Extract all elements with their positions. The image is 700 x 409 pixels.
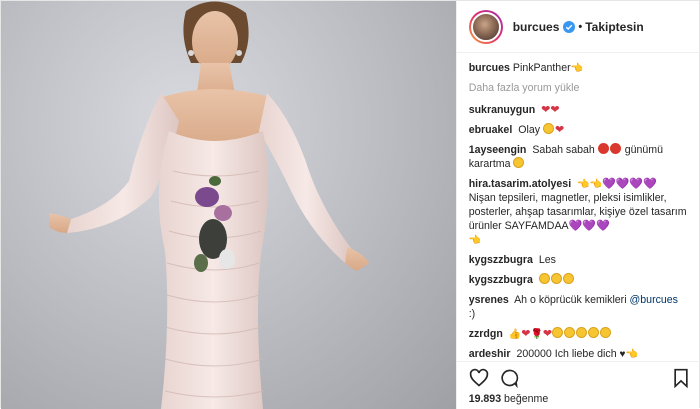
comment-username[interactable]: 1ayseengin [469, 144, 527, 156]
comment-username[interactable]: ardeshir [469, 348, 511, 360]
rose-emoji: 🌹 [530, 329, 543, 340]
comment-row: ebruakel Olay ❤ [469, 123, 697, 137]
comment-bubble-icon[interactable] [499, 368, 519, 388]
heart-eyes-emoji [564, 327, 576, 338]
comment-row: sukranuygun ❤❤ [469, 103, 697, 117]
post-photo[interactable] [1, 1, 456, 409]
comment-username[interactable]: ysrenes [469, 294, 509, 306]
comment-text-continued: :) [468, 308, 476, 320]
post-side-panel: burcues • Takiptesin burcues PinkPanther👈… [455, 1, 700, 409]
likes-count[interactable]: 19.893 beğenme [469, 393, 549, 405]
comment-text: Les [538, 254, 556, 266]
smile-emoji [600, 327, 612, 338]
comment-row: ysrenes Ah o köprücük kemikleri @burcues… [469, 293, 697, 321]
likes-label: beğenme [504, 393, 549, 405]
model-in-pink-dress-image [49, 1, 369, 409]
comment-text: Olay [518, 124, 541, 136]
angry-face-emoji [597, 143, 609, 154]
follow-status[interactable]: Takiptesin [585, 20, 643, 34]
pointing-hand-emoji: 👈👈 [577, 179, 603, 190]
avatar-image [470, 11, 501, 42]
bookmark-icon[interactable] [671, 368, 691, 388]
comment-row: ardeshir 200000 Ich liebe dich ♥👈 [469, 347, 697, 361]
purple-heart-emoji: 💜💜💜 [568, 220, 610, 232]
header-separator: • [578, 20, 583, 33]
heart-emoji: ❤ [541, 104, 551, 116]
comment-row: zzrdgn 👍❤🌹❤ [469, 327, 697, 341]
comment-row: kygszzbugra Les [469, 253, 697, 267]
caption-text: PinkPanther [512, 62, 571, 74]
comment-username[interactable]: kygszzbugra [469, 254, 533, 266]
verified-badge-icon [563, 20, 576, 33]
comment-username[interactable]: ebruakel [469, 124, 513, 136]
comments-list: burcues PinkPanther👈 Daha fazla yorum yük… [469, 61, 697, 361]
likes-number: 19.893 [468, 393, 502, 405]
smile-emoji [542, 123, 554, 134]
post-header: burcues • Takiptesin [456, 1, 700, 53]
comment-username[interactable]: sukranuygun [469, 104, 536, 116]
pointing-hand-emoji: 👈 [625, 349, 638, 360]
comment-username[interactable]: kygszzbugra [469, 274, 533, 286]
caption-username[interactable]: burcues [469, 62, 510, 74]
author-username[interactable]: burcues [513, 20, 560, 34]
comment-row: 1ayseengin Sabah sabah günümü karartma [469, 143, 697, 171]
comment-text: 200000 Ich liebe dich [516, 348, 617, 360]
heart-emoji: ❤ [554, 124, 565, 136]
grin-emoji [562, 273, 574, 284]
purple-heart-emoji: 💜💜💜💜 [602, 178, 657, 190]
author-avatar[interactable] [468, 9, 503, 44]
comment-row: hira.tasarim.atolyesi 👈👈💜💜💜💜 Nişan tepsi… [469, 177, 697, 247]
comment-text: Sabah sabah [532, 144, 595, 156]
instagram-post: burcues • Takiptesin burcues PinkPanther👈… [0, 0, 700, 409]
mention-link[interactable]: @burcues [630, 294, 678, 306]
grin-emoji [550, 273, 562, 284]
caption: burcues PinkPanther👈 [469, 61, 697, 75]
smile-emoji [588, 327, 600, 338]
heart-emoji: ❤ [550, 104, 560, 116]
smile-emoji [576, 327, 588, 338]
heart-emoji: ❤ [521, 328, 531, 340]
pointing-hand-emoji: 👈 [570, 63, 584, 74]
heart-eyes-emoji [552, 327, 564, 338]
post-actions: 19.893 beğenme [456, 361, 700, 409]
comment-username[interactable]: zzrdgn [469, 328, 503, 340]
grin-emoji [538, 273, 550, 284]
comment-text: Ah o köprücük kemikleri [514, 294, 627, 306]
pointing-hand-emoji: 👈 [468, 235, 482, 246]
comment-row: kygszzbugra [469, 273, 697, 287]
grimace-emoji [513, 157, 525, 168]
heart-emoji: ❤ [542, 328, 553, 340]
thumbs-up-emoji: 👍 [508, 329, 522, 340]
load-more-comments[interactable]: Daha fazla yorum yükle [469, 81, 697, 95]
comment-username[interactable]: hira.tasarim.atolyesi [469, 178, 571, 190]
angry-face-emoji [609, 143, 621, 154]
heart-outline-icon[interactable] [469, 368, 489, 388]
